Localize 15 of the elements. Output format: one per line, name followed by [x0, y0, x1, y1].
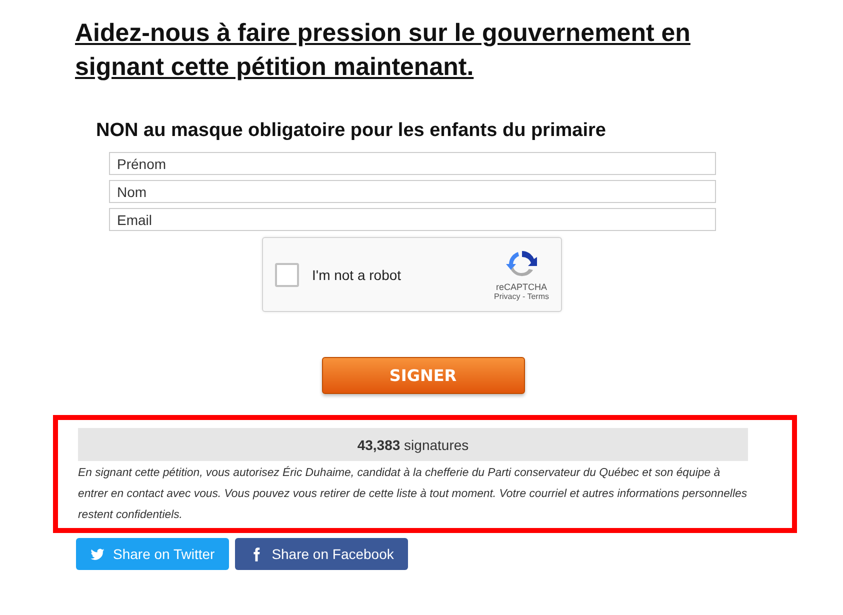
signature-count: 43,383 signatures — [357, 436, 469, 452]
bird-icon — [90, 546, 105, 562]
captcha-label: I'm not a robot — [312, 266, 402, 282]
input-field[interactable]: Prénom — [109, 152, 716, 175]
input-field[interactable]: Email — [109, 208, 716, 231]
recaptcha-label: reCAPTCHA — [496, 282, 547, 292]
input-field[interactable]: Nom — [109, 180, 716, 203]
facebook-share-button[interactable]: Share on Facebook — [234, 538, 408, 570]
petition-title: NON au masque obligatoire pour les enfants du primaire — [96, 120, 607, 142]
captcha-checkbox[interactable] — [275, 262, 299, 286]
terms-link[interactable]: Terms — [527, 292, 549, 301]
separator-text: - — [522, 292, 526, 301]
headline-link[interactable]: Aidez-nous à faire pression sur le gouvernement en signant cette pétition maintenant. — [75, 16, 695, 84]
privacy-link[interactable]: Privacy — [494, 292, 520, 301]
disclaimer-text: En signant cette pétition, vous autorisez Éric Duhaime, candidat à la chefferie du Parti conservateur du Québec et son équipe à entrer en contact avec vous. Vous pouvez vous retirer de cette liste à tout moment. Votre courriel et autres informations personnelles restent confidentiels. — [78, 465, 748, 523]
